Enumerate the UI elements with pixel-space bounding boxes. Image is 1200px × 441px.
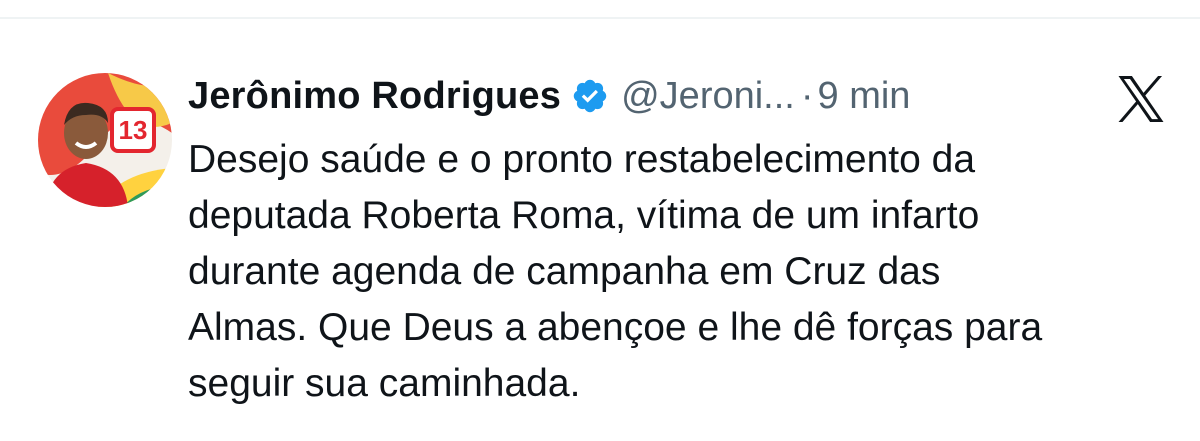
tweet-timestamp[interactable]: 9 min (818, 75, 911, 118)
x-logo-icon[interactable] (1113, 76, 1169, 122)
separator-dot: · (800, 74, 814, 117)
avatar[interactable]: 13 (38, 73, 172, 207)
tweet-header: Jerônimo Rodrigues @Jeroni... · 9 min (188, 68, 910, 124)
tweet-body-text: Desejo saúde e o pronto restabelecimento… (188, 138, 1043, 405)
verified-badge-icon[interactable] (571, 77, 609, 115)
author-handle[interactable]: @Jeroni... (621, 75, 795, 118)
avatar-badge-number: 13 (119, 115, 148, 145)
avatar-image: 13 (38, 73, 172, 207)
tweet-card[interactable]: 13 Jerônimo Rodrigues @Jeroni... · 9 min… (0, 0, 1200, 441)
author-display-name[interactable]: Jerônimo Rodrigues (188, 75, 561, 118)
